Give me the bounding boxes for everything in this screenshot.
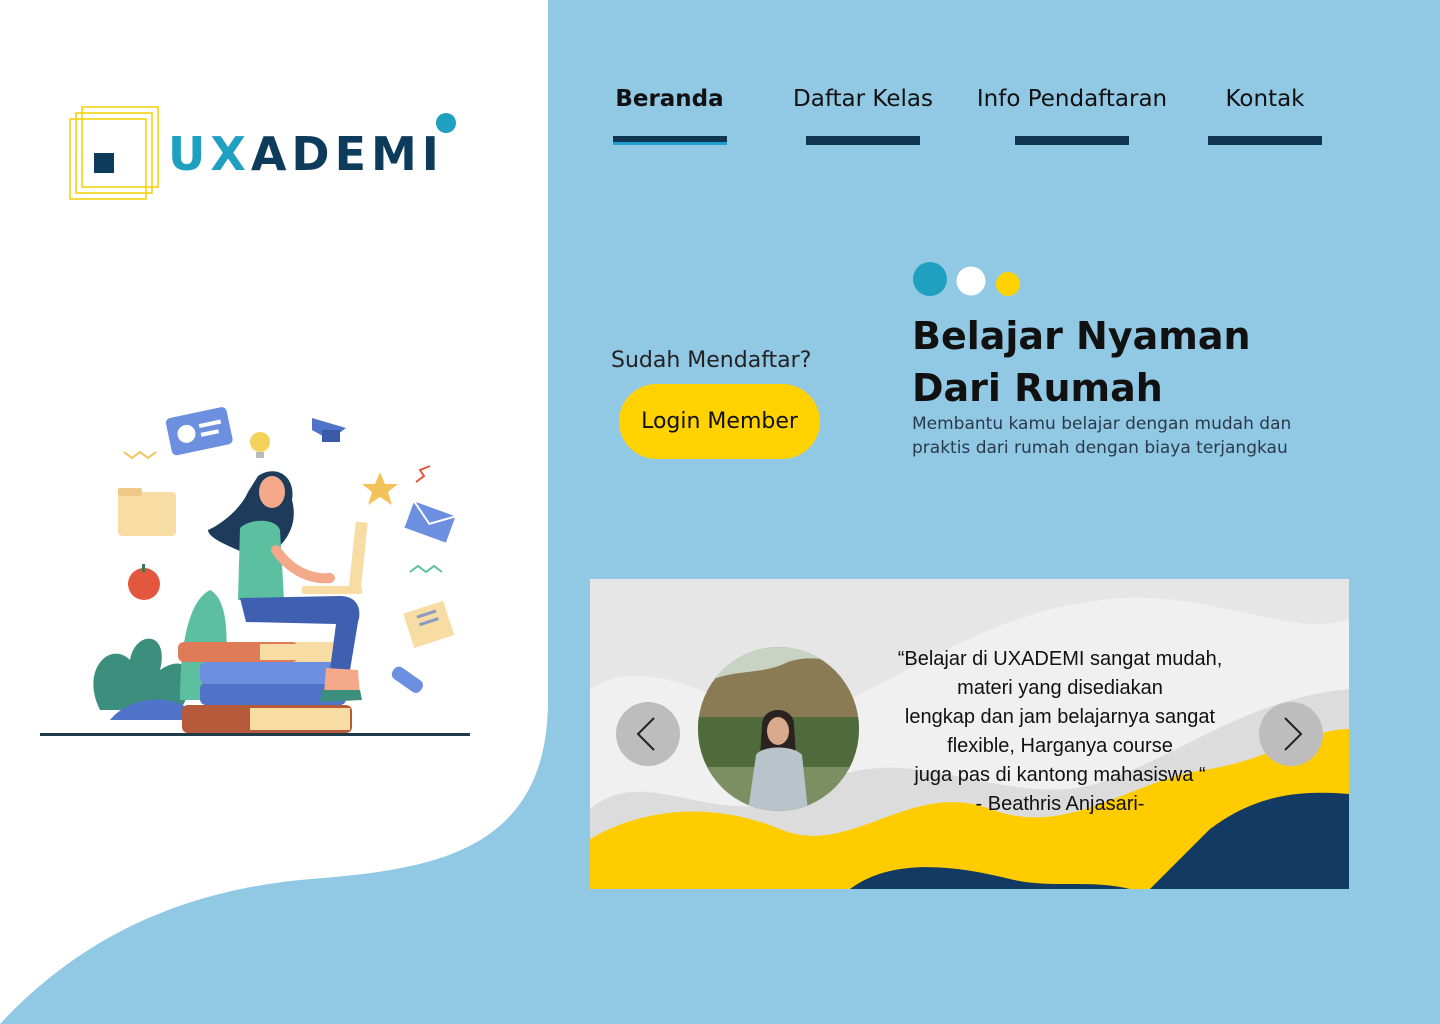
testimonial-quote: “Belajar di UXADEMI sangat mudah, materi…: [880, 645, 1240, 819]
nav-label: Daftar Kelas: [793, 86, 933, 112]
nav-underline: [1208, 136, 1322, 145]
nav-underline: [1015, 136, 1129, 145]
nav-item-daftar-kelas[interactable]: Daftar Kelas: [789, 86, 937, 145]
decorative-dots: [913, 262, 1020, 296]
hero-subtitle-line: Membantu kamu belajar dengan mudah dan: [912, 414, 1292, 434]
login-member-button[interactable]: Login Member: [619, 384, 820, 459]
quote-line: lengkap dan jam belajarnya sangat: [904, 706, 1216, 728]
dot-white-icon: [956, 266, 986, 296]
quote-line: flexible, Harganya course: [947, 735, 1173, 757]
dot-teal-icon: [913, 262, 947, 296]
logo-rest: ADEMI: [250, 127, 444, 181]
hero-title-line: Belajar Nyaman: [912, 314, 1251, 358]
quote-line: juga pas di kantong mahasiswa “: [914, 764, 1206, 786]
nav-label: Beranda: [615, 86, 724, 112]
nav-item-kontak[interactable]: Kontak: [1208, 86, 1322, 145]
quote-line: “Belajar di UXADEMI sangat mudah,: [897, 648, 1223, 670]
hero-title: Belajar Nyaman Dari Rumah: [912, 310, 1382, 414]
quote-line: materi yang disediakan: [957, 677, 1163, 699]
nav-underline: [806, 136, 920, 145]
nav-label: Info Pendaftaran: [976, 86, 1168, 112]
chevron-left-icon: [636, 717, 655, 751]
quote-author: - Beathris Anjasari-: [975, 793, 1145, 815]
nav-label: Kontak: [1225, 86, 1305, 112]
testimonial-card: “Belajar di UXADEMI sangat mudah, materi…: [590, 579, 1349, 889]
carousel-next-button[interactable]: [1259, 702, 1323, 766]
nav-underline: [612, 136, 727, 145]
dot-yellow-icon: [996, 272, 1020, 296]
brand-logo[interactable]: UXADEMI: [68, 105, 468, 205]
hero-subtitle: Membantu kamu belajar dengan mudah dan p…: [912, 412, 1352, 460]
nav-item-beranda[interactable]: Beranda: [612, 86, 727, 145]
login-question: Sudah Mendaftar?: [611, 348, 812, 373]
logo-dot-icon: [436, 113, 456, 133]
hero-subtitle-line: praktis dari rumah dengan biaya terjangk…: [912, 438, 1288, 458]
carousel-prev-button[interactable]: [616, 702, 680, 766]
nav-item-info-pendaftaran[interactable]: Info Pendaftaran: [968, 86, 1176, 145]
logo-wordmark: UXADEMI: [168, 127, 444, 181]
reviewer-avatar: [698, 647, 859, 811]
logo-prefix: UX: [168, 127, 251, 181]
hero-title-line: Dari Rumah: [912, 366, 1163, 410]
student-illustration: [40, 407, 470, 736]
logo-mark-icon: [69, 106, 159, 200]
chevron-right-icon: [1284, 717, 1303, 751]
